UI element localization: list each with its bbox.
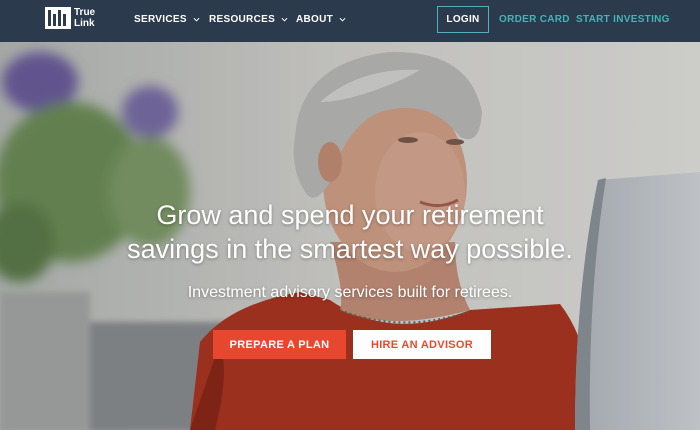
order-card-link[interactable]: ORDER CARD (499, 14, 570, 25)
chevron-down-icon (339, 17, 346, 22)
nav-services-label: SERVICES (134, 14, 187, 25)
nav-resources-menu[interactable]: RESOURCES (209, 14, 288, 25)
start-investing-link[interactable]: START INVESTING (576, 14, 670, 25)
truelink-logo-icon (45, 7, 71, 29)
chevron-down-icon (193, 17, 200, 22)
login-button[interactable]: LOGIN (437, 6, 489, 33)
nav-about-menu[interactable]: ABOUT (296, 14, 346, 25)
hero-headline: Grow and spend your retirement savings i… (0, 198, 700, 266)
hero-subheadline: Investment advisory services built for r… (187, 284, 513, 301)
logo-wordmark: True Link (74, 7, 95, 29)
prepare-a-plan-button[interactable]: PREPARE A PLAN (213, 330, 346, 359)
logo-line-2: Link (74, 18, 95, 29)
truelink-logo[interactable]: True Link (45, 5, 95, 31)
logo-line-1: True (74, 7, 96, 18)
nav-services-menu[interactable]: SERVICES (134, 14, 200, 25)
nav-resources-label: RESOURCES (209, 14, 276, 25)
top-navigation-bar: True Link SERVICES RESOURCES ABOUT LOGIN… (0, 0, 700, 42)
hire-an-advisor-button[interactable]: HIRE AN ADVISOR (353, 330, 491, 359)
chevron-down-icon (281, 17, 288, 22)
headline-line-2: savings in the smartest way possible. (127, 234, 573, 264)
nav-about-label: ABOUT (296, 14, 334, 25)
headline-line-1: Grow and spend your retirement (156, 200, 544, 230)
